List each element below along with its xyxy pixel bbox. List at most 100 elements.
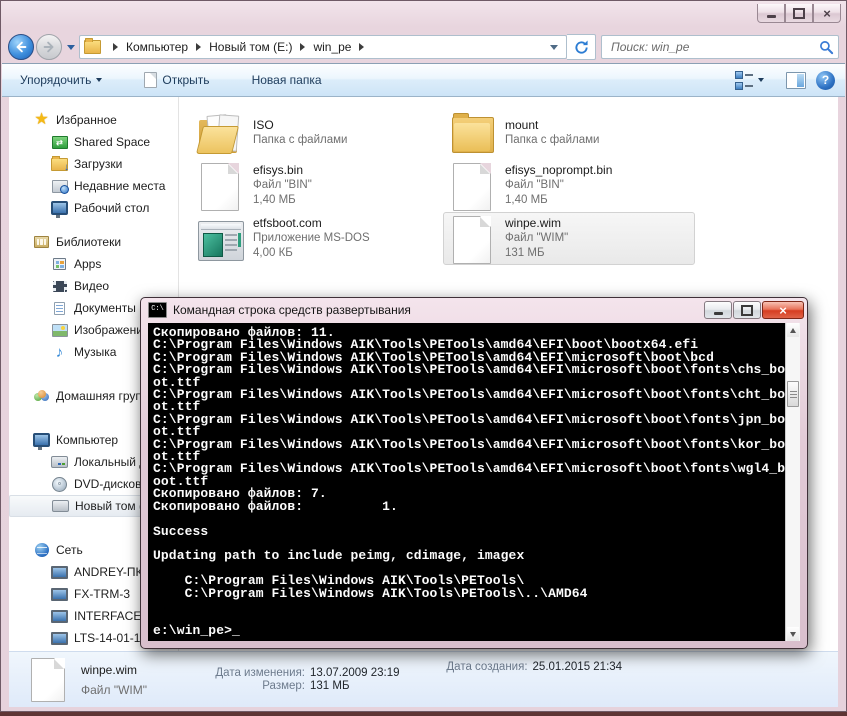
file-size: 4,00 КБ: [253, 247, 293, 259]
file-name: efisys_noprompt.bin: [505, 163, 613, 177]
sidebar-item-downloads[interactable]: ↓ Загрузки: [9, 153, 178, 175]
open-label: Открыть: [162, 73, 210, 87]
recent-pages-dropdown-icon[interactable]: [67, 44, 75, 50]
folder-with-files-icon: [196, 109, 244, 157]
sidebar-item-desktop[interactable]: Рабочий стол: [9, 197, 178, 219]
search-input[interactable]: [609, 39, 819, 55]
change-view-button[interactable]: [727, 68, 772, 92]
sidebar-item-recent-places[interactable]: Недавние места: [9, 175, 178, 197]
views-icon: [735, 70, 753, 90]
search-icon[interactable]: [819, 40, 834, 55]
breadcrumb-item-volume[interactable]: Новый том (E:): [209, 40, 292, 54]
file-type: Папка с файлами: [253, 133, 348, 146]
refresh-icon: [574, 39, 588, 54]
selected-file-icon: [31, 657, 65, 702]
new-folder-label: Новая папка: [251, 73, 322, 87]
breadcrumb-separator-icon[interactable]: [196, 43, 202, 51]
open-button[interactable]: Открыть: [136, 68, 217, 92]
console-window: C:\ Командная строка средств развертыван…: [140, 297, 808, 649]
console-maximize-button[interactable]: [733, 301, 761, 319]
breadcrumb-item-winpe[interactable]: win_pe: [313, 40, 351, 54]
created-date-label: Дата создания:: [446, 661, 528, 673]
minimize-button[interactable]: [757, 4, 785, 23]
breadcrumb[interactable]: Компьютер Новый том (E:) win_pe: [79, 35, 567, 59]
sidebar-item-favorites[interactable]: ★ Избранное: [9, 109, 178, 131]
recent-places-icon: [51, 178, 69, 194]
computer-icon: [33, 432, 50, 450]
file-size: 131 МБ: [505, 247, 545, 259]
sidebar-item-label: ANDREY-ПК: [74, 565, 143, 579]
window-controls: ×: [757, 4, 841, 23]
sidebar-item-shared-space[interactable]: ⇄ Shared Space: [9, 131, 178, 153]
address-dropdown-icon[interactable]: [550, 44, 558, 50]
organize-label: Упорядочить: [20, 73, 92, 87]
back-button[interactable]: [8, 34, 34, 60]
homegroup-icon: [33, 388, 50, 404]
file-name: mount: [505, 117, 539, 132]
file-tile-efisys-noprompt[interactable]: efisys_noprompt.bin Файл "BIN" 1,40 МБ: [443, 159, 695, 212]
scrollbar-thumb[interactable]: [787, 381, 799, 407]
address-bar: Компьютер Новый том (E:) win_pe: [1, 31, 846, 63]
downloads-folder-icon: ↓: [51, 155, 69, 173]
file-size: 1,40 МБ: [253, 194, 296, 206]
console-screen[interactable]: Скопировано файлов: 11. C:\Program Files…: [148, 323, 800, 641]
maximize-icon: [793, 7, 805, 19]
breadcrumb-item-computer[interactable]: Компьютер: [126, 40, 188, 54]
organize-button[interactable]: Упорядочить: [12, 69, 110, 91]
file-tile-iso[interactable]: ISO Папка с файлами: [191, 106, 443, 159]
scroll-down-button[interactable]: [787, 627, 799, 641]
sidebar-item-libraries[interactable]: Библиотеки: [9, 231, 178, 253]
created-date-value: 25.01.2015 21:34: [532, 661, 623, 673]
console-minimize-button[interactable]: [704, 301, 732, 319]
command-toolbar: Упорядочить Открыть Новая папка ?: [2, 63, 845, 97]
explorer-titlebar[interactable]: ×: [1, 1, 846, 31]
sidebar-item-label: INTERFACE: [74, 609, 142, 623]
size-label: Размер:: [262, 680, 305, 692]
file-tile-winpe-selected[interactable]: winpe.wim Файл "WIM" 131 МБ: [443, 212, 695, 265]
file-tile-efisys[interactable]: efisys.bin Файл "BIN" 1,40 МБ: [191, 159, 443, 212]
shared-folder-icon: ⇄: [51, 134, 68, 150]
sidebar-item-label: Видео: [74, 279, 110, 293]
scroll-up-button[interactable]: [787, 323, 799, 337]
file-icon: [196, 162, 244, 211]
toolbar-right-group: ?: [727, 68, 835, 92]
music-library-icon: ♪: [55, 343, 64, 361]
forward-button[interactable]: [36, 34, 62, 60]
help-button[interactable]: ?: [816, 70, 835, 90]
sidebar-item-label: LTS-14-01-1: [74, 631, 141, 645]
folder-icon: [448, 109, 496, 157]
preview-pane-button[interactable]: [786, 71, 806, 89]
breadcrumb-separator-icon[interactable]: [300, 43, 306, 51]
file-name: efisys.bin: [253, 163, 304, 177]
cmd-icon: C:\: [148, 302, 167, 318]
file-icon: [448, 215, 496, 264]
maximize-button[interactable]: [785, 4, 813, 23]
refresh-button[interactable]: [567, 34, 596, 60]
chevron-down-icon: [758, 78, 764, 82]
file-type: Приложение MS-DOS: [253, 232, 370, 244]
folder-icon: [84, 38, 101, 54]
sidebar-item-videos[interactable]: Видео: [9, 275, 178, 297]
details-file-type: Файл "WIM": [81, 682, 148, 697]
console-titlebar[interactable]: C:\ Командная строка средств развертыван…: [141, 298, 807, 322]
new-folder-button[interactable]: Новая папка: [244, 69, 330, 91]
file-tile-etfsboot[interactable]: etfsboot.com Приложение MS-DOS 4,00 КБ: [191, 212, 443, 265]
file-size: 1,40 МБ: [505, 194, 548, 206]
breadcrumb-separator-icon[interactable]: [113, 43, 118, 51]
close-icon: ×: [779, 302, 787, 318]
console-close-button[interactable]: ×: [762, 301, 804, 319]
breadcrumb-separator-icon[interactable]: [359, 43, 365, 51]
sidebar-item-apps[interactable]: Apps: [9, 253, 178, 275]
network-pc-icon: [51, 564, 68, 580]
modified-date-label: Дата изменения:: [215, 667, 305, 679]
file-tile-mount[interactable]: mount Папка с файлами: [443, 106, 695, 159]
close-button[interactable]: ×: [813, 4, 841, 23]
details-pane: winpe.wim Файл "WIM" Дата изменения: 13.…: [9, 651, 838, 707]
file-type: Файл "BIN": [253, 179, 312, 191]
network-pc-icon: [51, 630, 68, 646]
details-file-name: winpe.wim: [81, 662, 138, 677]
console-scrollbar[interactable]: [785, 323, 800, 641]
local-disk-icon: [51, 454, 68, 470]
console-title: Командная строка средств развертывания: [173, 303, 411, 317]
